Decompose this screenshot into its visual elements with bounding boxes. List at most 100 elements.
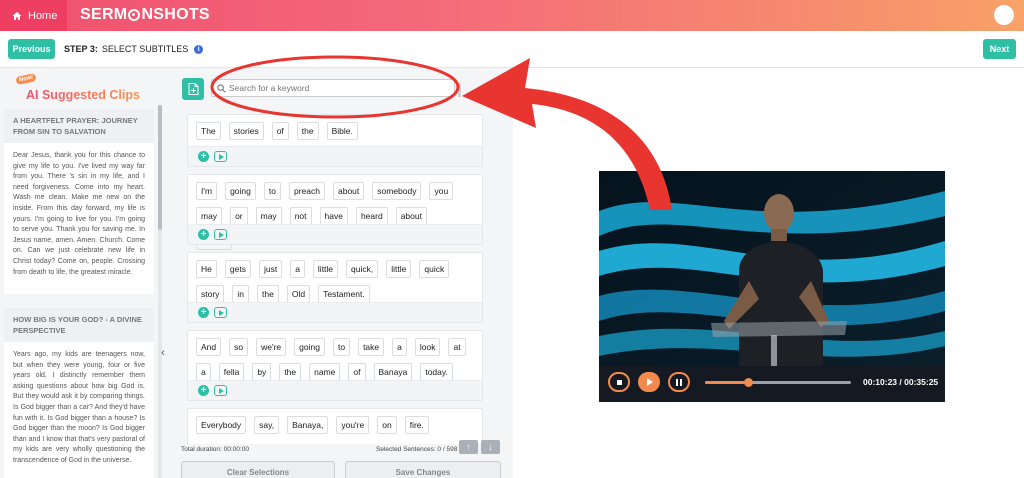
video-timeline[interactable] xyxy=(705,378,851,387)
word-chip[interactable]: may xyxy=(255,207,282,225)
clips-scrollbar-thumb[interactable] xyxy=(158,105,162,230)
word-chip[interactable]: little xyxy=(386,260,412,278)
sentence-row[interactable]: And so we're going to take a look at a fella by the n… xyxy=(187,330,483,401)
info-icon[interactable]: i xyxy=(194,44,204,54)
word-chip[interactable]: say, xyxy=(254,416,280,434)
word-chip[interactable]: He xyxy=(196,260,217,278)
word-chip[interactable]: or xyxy=(230,207,248,225)
clip-card[interactable]: HOW BIG IS YOUR GOD? - A DIVINE PERSPECT… xyxy=(4,308,154,478)
word-chip[interactable]: take xyxy=(358,338,385,356)
word-chip[interactable]: of xyxy=(348,363,366,381)
word-chip[interactable]: Testament. xyxy=(318,285,370,303)
add-sentence-plus-icon[interactable]: + xyxy=(198,307,209,318)
word-chip[interactable]: going xyxy=(225,182,256,200)
word-chip[interactable]: so xyxy=(229,338,249,356)
clear-selections-button[interactable]: Clear Selections xyxy=(181,461,335,478)
play-icon[interactable] xyxy=(638,372,660,392)
word-chip[interactable]: name xyxy=(309,363,341,381)
word-chip[interactable]: preach xyxy=(288,182,325,200)
word-chip[interactable]: not xyxy=(289,207,312,225)
sentence-words: I'm going to preach about somebody you may or may… xyxy=(188,175,482,257)
word-chip[interactable]: story xyxy=(196,285,225,303)
word-chip[interactable]: somebody xyxy=(372,182,422,200)
selected-sentences-count: Selected Sentences: 0 / 598 xyxy=(376,446,458,453)
word-chip[interactable]: may xyxy=(196,207,223,225)
clip-title: A HEARTFELT PRAYER: JOURNEY FROM SIN TO … xyxy=(4,109,154,143)
previous-button[interactable]: Previous xyxy=(8,39,55,59)
word-chip[interactable]: to xyxy=(263,182,281,200)
word-chip[interactable]: Banaya, xyxy=(287,416,329,434)
word-chip[interactable]: the xyxy=(296,122,319,140)
timeline-handle[interactable] xyxy=(743,378,753,387)
word-chip[interactable]: look xyxy=(414,338,441,356)
word-chip[interactable]: stories xyxy=(228,122,264,140)
word-chip[interactable]: And xyxy=(196,338,222,356)
add-sentence-plus-icon[interactable]: + xyxy=(198,151,209,162)
word-chip[interactable]: a xyxy=(196,363,211,381)
stop-icon[interactable] xyxy=(608,372,630,392)
word-chip[interactable]: quick, xyxy=(346,260,379,278)
search-side-handle[interactable] xyxy=(458,83,461,97)
word-chip[interactable]: at xyxy=(448,338,466,356)
sentence-list: The stories of the Bible. + I'm going to preach… xyxy=(187,114,483,444)
word-chip[interactable]: Old xyxy=(286,285,311,303)
word-chip[interactable]: fire. xyxy=(404,416,429,434)
word-chip[interactable]: little xyxy=(312,260,339,278)
word-chip[interactable]: heard xyxy=(355,207,388,225)
add-sentence-plus-icon[interactable]: + xyxy=(198,385,209,396)
word-chip[interactable]: a xyxy=(392,338,407,356)
word-chip[interactable]: quick xyxy=(419,260,450,278)
word-chip[interactable]: in xyxy=(232,285,250,303)
play-sentence-icon[interactable] xyxy=(214,229,227,240)
word-chip[interactable]: the xyxy=(279,363,302,381)
word-chip[interactable]: you xyxy=(429,182,454,200)
clip-card[interactable]: A HEARTFELT PRAYER: JOURNEY FROM SIN TO … xyxy=(4,109,154,294)
pause-icon[interactable] xyxy=(668,372,690,392)
word-chip[interactable]: fella xyxy=(218,363,245,381)
move-up-arrow-icon[interactable]: ↑ xyxy=(459,440,478,454)
word-chip[interactable]: today. xyxy=(420,363,453,381)
play-sentence-icon[interactable] xyxy=(214,151,227,162)
sentence-row[interactable]: He gets just a little quick, little quick story i… xyxy=(187,252,483,323)
word-chip[interactable]: about xyxy=(395,207,427,225)
next-button[interactable]: Next xyxy=(983,39,1016,59)
word-chip[interactable]: on xyxy=(377,416,397,434)
word-chip[interactable]: going xyxy=(294,338,325,356)
home-button[interactable]: Home xyxy=(0,0,67,31)
top-bar: Home SERM NSHOTS xyxy=(0,0,1024,31)
clip-text: Years ago, my kids are teenagers now, bu… xyxy=(13,351,145,464)
user-avatar[interactable] xyxy=(994,5,1014,25)
play-sentence-icon[interactable] xyxy=(214,307,227,318)
word-chip[interactable]: just xyxy=(258,260,283,278)
word-chip[interactable]: have xyxy=(319,207,348,225)
sentence-row[interactable]: Everybody say, Banaya, you're on fire. xyxy=(187,408,483,444)
sentence-words: Everybody say, Banaya, you're on fire. xyxy=(188,409,482,441)
word-chip[interactable]: I'm xyxy=(196,182,218,200)
clip-text: Dear Jesus, thank you for this chance to… xyxy=(13,152,145,276)
export-file-button[interactable] xyxy=(182,78,204,100)
sentence-row[interactable]: The stories of the Bible. + xyxy=(187,114,483,167)
word-chip[interactable]: a xyxy=(290,260,305,278)
play-sentence-icon[interactable] xyxy=(214,385,227,396)
word-chip[interactable]: of xyxy=(271,122,289,140)
video-player[interactable]: 00:10:23 / 00:35:25 xyxy=(599,171,945,402)
move-down-arrow-icon[interactable]: ↓ xyxy=(481,440,500,454)
collapse-panel-chevron-left-icon[interactable]: ‹ xyxy=(158,346,168,360)
sentence-row[interactable]: I'm going to preach about somebody you may or may… xyxy=(187,174,483,250)
word-chip[interactable]: Banaya xyxy=(373,363,413,381)
word-chip[interactable]: to xyxy=(332,338,351,356)
word-chip[interactable]: the xyxy=(257,285,279,303)
word-chip[interactable]: Bible. xyxy=(326,122,358,140)
save-changes-button[interactable]: Save Changes xyxy=(345,461,501,478)
word-chip[interactable]: about xyxy=(332,182,365,200)
word-chip[interactable]: we're xyxy=(256,338,287,356)
word-chip[interactable]: by xyxy=(252,363,272,381)
sermonshots-logo[interactable]: SERM NSHOTS xyxy=(80,6,210,24)
keyword-search-box[interactable] xyxy=(211,79,455,97)
add-sentence-plus-icon[interactable]: + xyxy=(198,229,209,240)
keyword-search-input[interactable] xyxy=(229,81,449,95)
word-chip[interactable]: Everybody xyxy=(196,416,247,434)
word-chip[interactable]: gets xyxy=(224,260,251,278)
word-chip[interactable]: you're xyxy=(336,416,370,434)
word-chip[interactable]: The xyxy=(196,122,221,140)
